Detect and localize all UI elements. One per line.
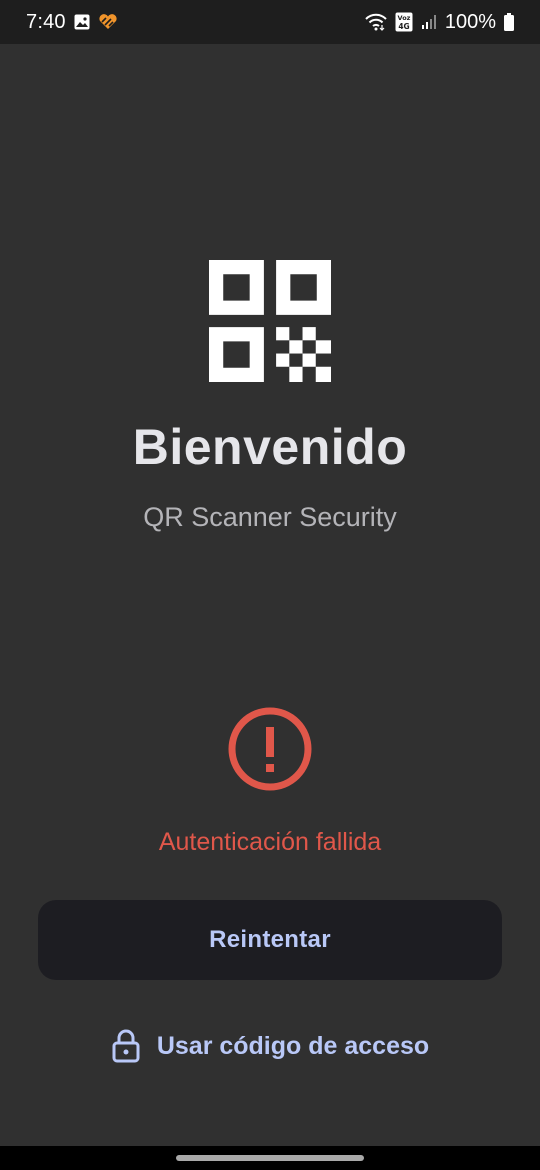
retry-button[interactable]: Reintentar xyxy=(38,900,502,980)
navigation-bar xyxy=(0,1146,540,1170)
gallery-icon xyxy=(74,14,90,30)
use-passcode-button[interactable]: Usar código de acceso xyxy=(0,1022,540,1070)
status-left: 7:40 xyxy=(26,11,118,34)
battery-icon xyxy=(504,13,514,31)
wifi-icon xyxy=(365,13,387,31)
volte-4g-icon: Voz 4G xyxy=(395,12,413,32)
passcode-label: Usar código de acceso xyxy=(156,1031,430,1060)
error-circle-icon xyxy=(227,706,313,792)
welcome-title: Bienvenido xyxy=(132,419,408,475)
status-time: 7:40 xyxy=(26,10,66,33)
volte-line2: 4G xyxy=(398,22,409,31)
volte-line1: Voz xyxy=(397,14,410,22)
home-indicator[interactable] xyxy=(176,1155,364,1161)
app-subtitle: QR Scanner Security xyxy=(143,502,397,532)
lock-icon xyxy=(111,1029,141,1063)
qr-code-icon xyxy=(209,260,331,382)
screen: 7:40 Voz 4G 100% Bienvenido QR Scanner S… xyxy=(0,0,540,1170)
battery-percent: 100% xyxy=(444,10,496,33)
error-message: Autenticación fallida xyxy=(158,828,382,856)
heart-app-icon xyxy=(98,14,118,30)
status-bar: 7:40 Voz 4G 100% xyxy=(0,0,540,44)
signal-icon xyxy=(421,14,437,30)
status-right: Voz 4G 100% xyxy=(365,11,514,34)
retry-label: Reintentar xyxy=(209,926,331,953)
